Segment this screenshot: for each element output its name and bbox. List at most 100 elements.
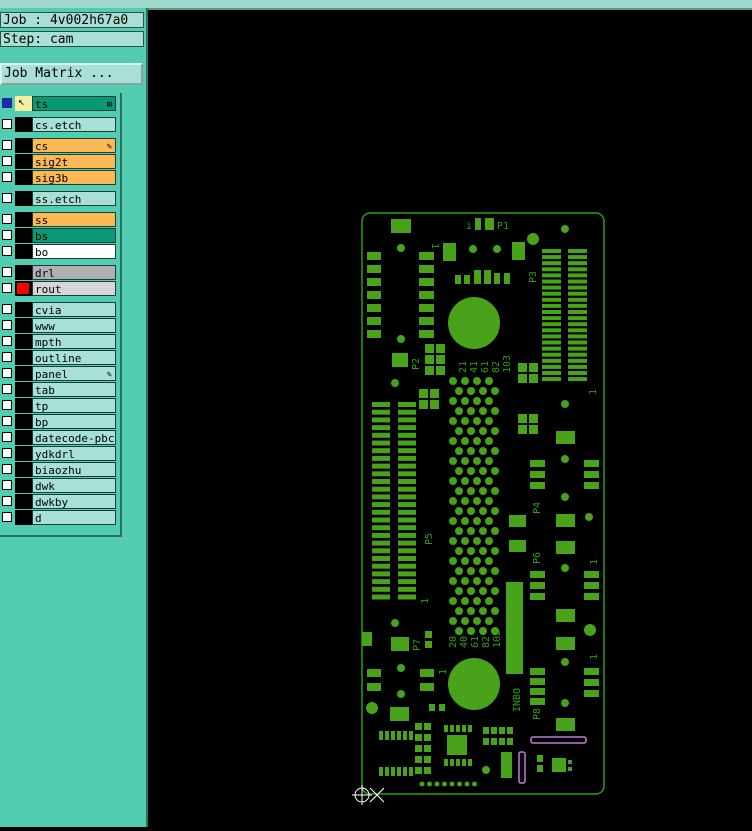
layer-checkbox[interactable] xyxy=(2,304,12,314)
layer-checkbox[interactable] xyxy=(2,156,12,166)
layer-checkbox[interactable] xyxy=(2,140,12,150)
layer-checkbox[interactable] xyxy=(2,416,12,426)
pad xyxy=(385,731,389,740)
layer-row-datecode-pbc[interactable]: datecode-pbc xyxy=(0,430,116,445)
layer-swatch[interactable] xyxy=(15,154,32,169)
layer-swatch[interactable] xyxy=(15,117,32,132)
layer-swatch[interactable] xyxy=(15,366,32,381)
layer-swatch[interactable] xyxy=(15,281,32,296)
layer-row-outline[interactable]: outline xyxy=(0,350,116,365)
bga-ball xyxy=(491,467,499,475)
layer-row-sig3b[interactable]: sig3b xyxy=(0,170,116,185)
silk-number: 1 xyxy=(429,243,440,249)
layer-swatch[interactable] xyxy=(15,318,32,333)
layer-row-bp[interactable]: bp xyxy=(0,414,116,429)
job-label: Job : 4v002h67a0 xyxy=(0,12,144,28)
layer-swatch[interactable] xyxy=(15,265,32,280)
layer-swatch[interactable] xyxy=(15,302,32,317)
layer-row-www[interactable]: www xyxy=(0,318,116,333)
layer-swatch[interactable]: ↖ xyxy=(15,95,32,111)
bga-ball xyxy=(461,397,469,405)
layer-row-tp[interactable]: tp xyxy=(0,398,116,413)
layer-row-bo[interactable]: bo xyxy=(0,244,116,259)
layer-swatch[interactable] xyxy=(15,138,32,153)
layer-checkbox[interactable] xyxy=(2,230,12,240)
layer-row-sig2t[interactable]: sig2t xyxy=(0,154,116,169)
layer-checkbox[interactable] xyxy=(2,193,12,203)
layer-swatch[interactable] xyxy=(15,494,32,509)
layer-checkbox[interactable] xyxy=(2,119,12,129)
pad xyxy=(530,668,545,675)
layer-checkbox[interactable] xyxy=(2,400,12,410)
pad xyxy=(419,781,425,787)
layer-row-mpth[interactable]: mpth xyxy=(0,334,116,349)
layer-checkbox[interactable] xyxy=(2,320,12,330)
layer-row-biaozhu[interactable]: biaozhu xyxy=(0,462,116,477)
layer-swatch[interactable] xyxy=(15,191,32,206)
pad xyxy=(398,494,416,500)
layer-checkbox[interactable] xyxy=(2,384,12,394)
layer-row-bs[interactable]: bs xyxy=(0,228,116,243)
layer-swatch[interactable] xyxy=(15,478,32,493)
pad xyxy=(372,479,390,484)
layer-row-ss[interactable]: ss xyxy=(0,212,116,227)
layer-swatch[interactable] xyxy=(15,228,32,243)
pad xyxy=(436,344,445,353)
layer-row-dwk[interactable]: dwk xyxy=(0,478,116,493)
layer-checkbox[interactable] xyxy=(2,172,12,182)
layer-swatch[interactable] xyxy=(15,462,32,477)
layer-checkbox[interactable] xyxy=(2,496,12,506)
bga-ball xyxy=(485,417,493,425)
layer-swatch[interactable] xyxy=(15,244,32,259)
layer-checkbox[interactable] xyxy=(2,432,12,442)
layer-checkbox[interactable] xyxy=(2,368,12,378)
label-p4: P4 xyxy=(532,502,543,514)
layer-swatch[interactable] xyxy=(15,350,32,365)
layer-row-rout[interactable]: rout xyxy=(0,281,116,296)
pad xyxy=(425,344,434,353)
layer-checkbox[interactable] xyxy=(2,214,12,224)
layer-row-dwkby[interactable]: dwkby xyxy=(0,494,116,509)
layer-checkbox[interactable] xyxy=(2,246,12,256)
graphics-canvas[interactable]: P1 i 1 P3 P2 21 41 61 82 103 1 P5 1 P4 P6 1 1 INBO P8 20 40 6… xyxy=(148,10,752,827)
layer-row-ss.etch[interactable]: ss.etch xyxy=(0,191,116,206)
layer-checkbox[interactable] xyxy=(2,267,12,277)
layer-label: bs xyxy=(32,228,116,243)
layer-row-d[interactable]: d xyxy=(0,510,116,525)
pad xyxy=(372,448,390,454)
layer-checkbox[interactable] xyxy=(2,336,12,346)
layer-checkbox[interactable] xyxy=(2,283,12,293)
layer-row-cvia[interactable]: cvia xyxy=(0,302,116,317)
layer-row-ydkdrl[interactable]: ydkdrl xyxy=(0,446,116,461)
layer-swatch[interactable] xyxy=(15,212,32,227)
pad xyxy=(542,371,561,375)
layer-checkbox[interactable] xyxy=(2,448,12,458)
pcb-board-view[interactable]: P1i1P3P2 21 41 61 82 1031P51P4P6 11INBOP820 40 6… xyxy=(148,10,752,827)
layer-checkbox[interactable] xyxy=(2,464,12,474)
layer-row-cs.etch[interactable]: cs.etch xyxy=(0,117,116,132)
bga-ball xyxy=(479,407,487,415)
layer-swatch[interactable] xyxy=(15,446,32,461)
pad xyxy=(464,781,470,787)
layer-swatch[interactable] xyxy=(15,398,32,413)
layer-row-panel[interactable]: panel ✎ xyxy=(0,366,116,381)
pad xyxy=(449,781,455,787)
layer-swatch[interactable] xyxy=(15,430,32,445)
layer-checkbox[interactable] xyxy=(2,512,12,522)
layer-row-ts[interactable]: ↖ ts ⊞ xyxy=(0,95,116,111)
layer-swatch[interactable] xyxy=(15,170,32,185)
layer-swatch[interactable] xyxy=(15,414,32,429)
layer-checkbox[interactable] xyxy=(2,480,12,490)
layer-row-tab[interactable]: tab xyxy=(0,382,116,397)
layer-swatch[interactable] xyxy=(15,510,32,525)
layer-checkbox[interactable] xyxy=(2,98,12,108)
layer-row-cs[interactable]: cs ✎ xyxy=(0,138,116,153)
layer-swatch[interactable] xyxy=(15,334,32,349)
pad xyxy=(584,460,599,467)
layer-checkbox[interactable] xyxy=(2,352,12,362)
layer-row-drl[interactable]: drl xyxy=(0,265,116,280)
job-matrix-button[interactable]: Job Matrix ... xyxy=(0,63,143,85)
bga-ball xyxy=(473,597,481,605)
layer-swatch[interactable] xyxy=(15,382,32,397)
pad xyxy=(474,270,481,284)
